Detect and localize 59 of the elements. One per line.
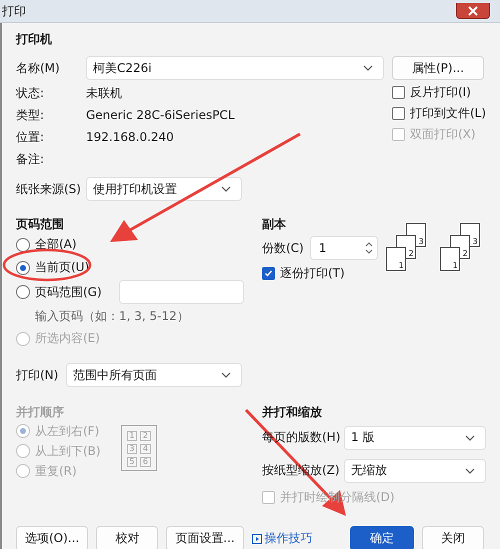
dialog-button[interactable]: 选项(O)... xyxy=(16,526,88,549)
chevron-icon xyxy=(221,372,231,378)
info-label: 备注: xyxy=(16,150,46,168)
check-icon xyxy=(264,269,273,278)
close-icon xyxy=(468,6,478,16)
chevron-icon xyxy=(465,468,475,474)
spinner-arrows-icon xyxy=(364,241,373,255)
info-value: 未联机 xyxy=(86,84,122,102)
page-layout-preview: 1 2 3 4 5 6 xyxy=(120,425,157,471)
tips-link[interactable]: 操作技巧 xyxy=(252,530,313,547)
field-label: 纸张来源(S) xyxy=(16,180,82,198)
section-heading: 并打和缩放 xyxy=(262,404,323,421)
checkbox[interactable] xyxy=(262,267,275,280)
section-heading: 页码范围 xyxy=(16,216,65,233)
dropdown[interactable]: 1 版 xyxy=(344,426,486,450)
checkbox-label: 双面打印(X) xyxy=(410,126,476,143)
checkbox-label: 逐份打印(T) xyxy=(280,265,345,282)
radio-label: 全部(A) xyxy=(35,236,77,253)
play-icon xyxy=(252,534,262,544)
radio-button[interactable] xyxy=(16,238,30,252)
radio-label: 从左到右(F) xyxy=(35,422,100,440)
radio-label: 从上到下(B) xyxy=(35,442,101,460)
field-label: 名称(M) xyxy=(16,60,61,76)
radio-button[interactable] xyxy=(16,260,30,274)
info-label: 类型: xyxy=(16,106,46,124)
checkbox[interactable] xyxy=(392,107,405,120)
section-heading: 并打顺序 xyxy=(16,404,65,421)
copies-spinbox[interactable]: 1 xyxy=(310,236,378,260)
window-title: 打印 xyxy=(2,2,26,20)
chevron-icon xyxy=(221,186,231,192)
section-heading: 打印机 xyxy=(16,31,53,48)
dropdown[interactable]: 范围中所有页面 xyxy=(66,363,242,387)
dialog-button[interactable]: 校对 xyxy=(96,526,158,549)
dropdown[interactable]: 使用打印机设置 xyxy=(86,177,242,201)
info-label: 位置: xyxy=(16,128,46,146)
chevron-icon xyxy=(465,434,475,440)
checkbox[interactable] xyxy=(392,86,405,99)
dropdown[interactable]: 柯美C226i xyxy=(86,56,384,80)
chevron-icon xyxy=(363,65,373,71)
page-range-field[interactable] xyxy=(118,280,244,304)
section-heading: 副本 xyxy=(262,216,287,233)
radio-label: 所选内容(E) xyxy=(35,330,100,347)
info-value: Generic 28C-6iSeriesPCL xyxy=(86,108,234,122)
info-value: 192.168.0.240 xyxy=(86,130,174,144)
hint-text: 输入页码（如：1, 3, 5-12） xyxy=(34,308,190,324)
radio-button[interactable] xyxy=(16,285,30,299)
field-label: 份数(C) xyxy=(262,240,304,256)
ok-button[interactable]: 确定 xyxy=(350,526,414,549)
dialog-button[interactable]: 关闭 xyxy=(422,526,484,549)
radio-label: 重复(R) xyxy=(35,462,77,480)
properties-button[interactable]: 属性(P)... xyxy=(392,56,484,80)
dropdown[interactable]: 无缩放 xyxy=(344,458,486,482)
field-label: 打印(N) xyxy=(16,366,60,384)
dialog-button[interactable]: 页面设置... xyxy=(166,526,244,549)
radio-label: 页码范围(G) xyxy=(35,284,102,300)
checkbox-label: 反片打印(I) xyxy=(410,84,471,101)
info-label: 状态: xyxy=(16,84,46,102)
close-button[interactable] xyxy=(456,3,490,19)
checkbox-label: 打印到文件(L) xyxy=(410,105,486,122)
